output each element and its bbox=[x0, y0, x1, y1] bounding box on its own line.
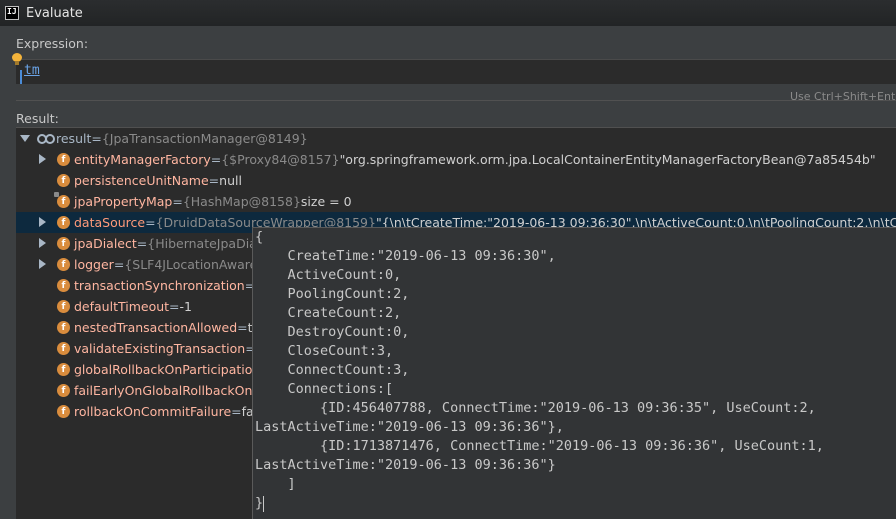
field-icon: f bbox=[57, 384, 70, 397]
expression-label: Expression: bbox=[16, 36, 89, 51]
field-value: -1 bbox=[179, 299, 192, 314]
field-value: size = 0 bbox=[300, 194, 352, 209]
expand-arrow-icon[interactable] bbox=[39, 238, 46, 248]
field-icon: f bbox=[57, 405, 70, 418]
field-icon: f bbox=[57, 216, 70, 229]
equals-sign: = bbox=[169, 299, 180, 314]
equals-sign: = bbox=[145, 215, 156, 230]
field-name: validateExistingTransaction bbox=[74, 341, 246, 356]
lightbulb-icon[interactable] bbox=[12, 53, 22, 65]
shortcut-hint: Use Ctrl+Shift+Enter bbox=[790, 90, 896, 103]
equals-sign: = bbox=[208, 173, 220, 188]
popup-value-text: { CreateTime:"2019-06-13 09:36:30", Acti… bbox=[255, 229, 824, 511]
equals-sign: = bbox=[172, 194, 183, 209]
result-name: result bbox=[56, 131, 92, 146]
tree-row-text: result = {JpaTransactionManager@8149} bbox=[56, 131, 308, 146]
equals-sign: = bbox=[136, 236, 148, 251]
expression-input[interactable] bbox=[16, 59, 896, 84]
result-label: Result: bbox=[16, 111, 59, 126]
tree-row-text: transactionSynchronization = 0 bbox=[74, 278, 263, 293]
field-name: failEarlyOnGlobalRollbackOnly bbox=[74, 383, 264, 398]
tree-row-text: validateExistingTransaction = f bbox=[74, 341, 260, 356]
field-type: {HibernateJpaDial bbox=[147, 236, 261, 251]
collapse-arrow-icon[interactable] bbox=[20, 135, 30, 142]
field-icon: f bbox=[57, 300, 70, 313]
field-name: dataSource bbox=[74, 215, 146, 230]
field-name: rollbackOnCommitFailure bbox=[74, 404, 232, 419]
divider bbox=[16, 100, 896, 101]
equals-sign: = bbox=[231, 404, 242, 419]
value-tooltip-popup[interactable]: { CreateTime:"2019-06-13 09:36:30", Acti… bbox=[252, 227, 896, 519]
tree-row-text: globalRollbackOnParticipation bbox=[74, 362, 260, 377]
intellij-app-icon: IJ bbox=[5, 6, 19, 20]
expand-arrow-icon[interactable] bbox=[39, 259, 46, 269]
tree-row-text: defaultTimeout = -1 bbox=[74, 299, 192, 314]
field-name: defaultTimeout bbox=[74, 299, 170, 314]
tree-row-text: rollbackOnCommitFailure = fal bbox=[74, 404, 257, 419]
field-icon: f bbox=[57, 342, 70, 355]
equals-sign: = bbox=[210, 152, 222, 167]
watch-glasses-icon bbox=[37, 133, 55, 144]
field-icon: f bbox=[57, 258, 70, 271]
field-name: entityManagerFactory bbox=[74, 152, 211, 167]
evaluate-dialog: Expression: tm Use Ctrl+Shift+Enter Resu… bbox=[0, 26, 896, 519]
field-name: logger bbox=[74, 257, 114, 272]
field-icon: f bbox=[57, 195, 70, 208]
tree-row-text: logger = {SLF4JLocationAware bbox=[74, 257, 257, 272]
equals-sign: = bbox=[113, 257, 125, 272]
field-icon: f bbox=[57, 174, 70, 187]
expression-value[interactable]: tm bbox=[24, 63, 40, 78]
tree-row-text: nestedTransactionAllowed = tr bbox=[74, 320, 258, 335]
field-name: jpaDialect bbox=[74, 236, 137, 251]
title-bar[interactable]: IJ Evaluate bbox=[0, 0, 896, 26]
tree-row-text: jpaPropertyMap = {HashMap@8158} size = 0 bbox=[74, 194, 352, 209]
field-name: persistenceUnitName bbox=[74, 173, 209, 188]
field-type: {SLF4JLocationAware bbox=[124, 257, 258, 272]
expand-arrow-icon[interactable] bbox=[39, 217, 46, 227]
field-value: "org.springframework.orm.jpa.LocalContai… bbox=[339, 152, 876, 167]
lock-icon bbox=[54, 192, 59, 197]
text-caret bbox=[20, 70, 22, 84]
field-name: globalRollbackOnParticipation bbox=[74, 362, 261, 377]
field-icon: f bbox=[57, 153, 70, 166]
field-type: {HashMap@8158} bbox=[182, 194, 301, 209]
tree-row-field[interactable]: f entityManagerFactory = {$Proxy84@8157} … bbox=[16, 149, 896, 170]
field-value: null bbox=[219, 173, 242, 188]
tree-row-text: entityManagerFactory = {$Proxy84@8157} "… bbox=[74, 152, 876, 167]
field-type: {$Proxy84@8157} bbox=[221, 152, 340, 167]
field-name: transactionSynchronization bbox=[74, 278, 245, 293]
field-name: nestedTransactionAllowed bbox=[74, 320, 238, 335]
tree-row-text: persistenceUnitName = null bbox=[74, 173, 242, 188]
tree-row-result[interactable]: result = {JpaTransactionManager@8149} bbox=[16, 128, 896, 149]
result-type: {JpaTransactionManager@8149} bbox=[101, 131, 308, 146]
tree-row-text: jpaDialect = {HibernateJpaDial bbox=[74, 236, 260, 251]
equals-sign: = bbox=[91, 131, 102, 146]
tree-row-text: failEarlyOnGlobalRollbackOnly bbox=[74, 383, 263, 398]
tree-row-field[interactable]: f jpaPropertyMap = {HashMap@8158} size = … bbox=[16, 191, 896, 212]
field-icon: f bbox=[57, 363, 70, 376]
text-caret bbox=[263, 496, 264, 512]
field-icon: f bbox=[57, 237, 70, 250]
equals-sign: = bbox=[237, 320, 248, 335]
window-title: Evaluate bbox=[26, 5, 83, 21]
field-name: jpaPropertyMap bbox=[74, 194, 173, 209]
field-icon: f bbox=[57, 279, 70, 292]
tree-row-field[interactable]: f persistenceUnitName = null bbox=[16, 170, 896, 191]
field-icon: f bbox=[57, 321, 70, 334]
expand-arrow-icon[interactable] bbox=[39, 154, 46, 164]
